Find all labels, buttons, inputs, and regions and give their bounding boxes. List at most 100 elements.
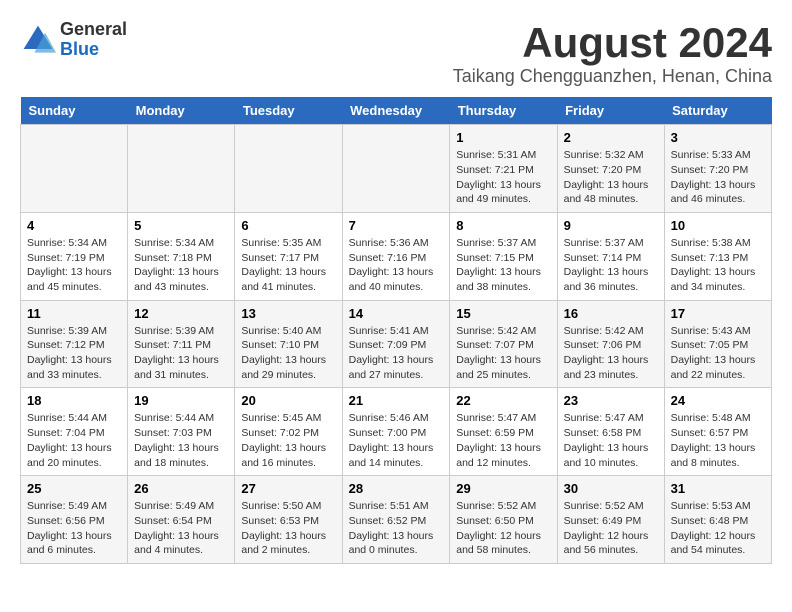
day-cell: 14 Sunrise: 5:41 AM Sunset: 7:09 PM Dayli… <box>342 300 450 388</box>
day-cell: 8 Sunrise: 5:37 AM Sunset: 7:15 PM Daylig… <box>450 212 557 300</box>
day-info: Sunrise: 5:49 AM Sunset: 6:54 PM Dayligh… <box>134 499 228 558</box>
day-info: Sunrise: 5:37 AM Sunset: 7:15 PM Dayligh… <box>456 236 550 295</box>
day-number: 8 <box>456 218 550 233</box>
day-info: Sunrise: 5:52 AM Sunset: 6:50 PM Dayligh… <box>456 499 550 558</box>
week-row-3: 11Sunrise: 5:39 AM Sunset: 7:12 PM Dayli… <box>21 300 772 388</box>
day-number: 21 <box>349 393 444 408</box>
day-cell: 30 Sunrise: 5:52 AM Sunset: 6:49 PM Dayli… <box>557 476 664 564</box>
day-cell: 11Sunrise: 5:39 AM Sunset: 7:12 PM Dayli… <box>21 300 128 388</box>
day-cell: 9 Sunrise: 5:37 AM Sunset: 7:14 PM Daylig… <box>557 212 664 300</box>
day-cell: 17 Sunrise: 5:43 AM Sunset: 7:05 PM Dayli… <box>664 300 771 388</box>
day-number: 16 <box>564 306 658 321</box>
day-number: 19 <box>134 393 228 408</box>
calendar-body: 1Sunrise: 5:31 AM Sunset: 7:21 PM Daylig… <box>21 125 772 564</box>
day-cell: 5 Sunrise: 5:34 AM Sunset: 7:18 PM Daylig… <box>128 212 235 300</box>
weekday-header-thursday: Thursday <box>450 97 557 125</box>
weekday-header-saturday: Saturday <box>664 97 771 125</box>
title-block: August 2024 Taikang Chengguanzhen, Henan… <box>453 20 772 87</box>
day-number: 18 <box>27 393 121 408</box>
day-info: Sunrise: 5:44 AM Sunset: 7:03 PM Dayligh… <box>134 411 228 470</box>
day-info: Sunrise: 5:53 AM Sunset: 6:48 PM Dayligh… <box>671 499 765 558</box>
day-info: Sunrise: 5:42 AM Sunset: 7:06 PM Dayligh… <box>564 324 658 383</box>
weekday-header-sunday: Sunday <box>21 97 128 125</box>
day-cell: 24 Sunrise: 5:48 AM Sunset: 6:57 PM Dayli… <box>664 388 771 476</box>
day-cell: 27 Sunrise: 5:50 AM Sunset: 6:53 PM Dayli… <box>235 476 342 564</box>
day-number: 24 <box>671 393 765 408</box>
day-info: Sunrise: 5:43 AM Sunset: 7:05 PM Dayligh… <box>671 324 765 383</box>
day-info: Sunrise: 5:52 AM Sunset: 6:49 PM Dayligh… <box>564 499 658 558</box>
calendar-table: SundayMondayTuesdayWednesdayThursdayFrid… <box>20 97 772 564</box>
day-number: 30 <box>564 481 658 496</box>
day-number: 15 <box>456 306 550 321</box>
day-info: Sunrise: 5:33 AM Sunset: 7:20 PM Dayligh… <box>671 148 765 207</box>
weekday-header-row: SundayMondayTuesdayWednesdayThursdayFrid… <box>21 97 772 125</box>
day-info: Sunrise: 5:35 AM Sunset: 7:17 PM Dayligh… <box>241 236 335 295</box>
day-info: Sunrise: 5:32 AM Sunset: 7:20 PM Dayligh… <box>564 148 658 207</box>
day-number: 7 <box>349 218 444 233</box>
day-number: 27 <box>241 481 335 496</box>
week-row-2: 4Sunrise: 5:34 AM Sunset: 7:19 PM Daylig… <box>21 212 772 300</box>
day-info: Sunrise: 5:37 AM Sunset: 7:14 PM Dayligh… <box>564 236 658 295</box>
day-number: 2 <box>564 130 658 145</box>
day-cell: 12 Sunrise: 5:39 AM Sunset: 7:11 PM Dayli… <box>128 300 235 388</box>
day-cell: 18Sunrise: 5:44 AM Sunset: 7:04 PM Dayli… <box>21 388 128 476</box>
day-info: Sunrise: 5:50 AM Sunset: 6:53 PM Dayligh… <box>241 499 335 558</box>
day-cell: 16 Sunrise: 5:42 AM Sunset: 7:06 PM Dayli… <box>557 300 664 388</box>
day-number: 17 <box>671 306 765 321</box>
weekday-header-friday: Friday <box>557 97 664 125</box>
day-number: 10 <box>671 218 765 233</box>
calendar-title: August 2024 <box>453 20 772 66</box>
day-number: 14 <box>349 306 444 321</box>
day-cell: 10 Sunrise: 5:38 AM Sunset: 7:13 PM Dayli… <box>664 212 771 300</box>
day-info: Sunrise: 5:42 AM Sunset: 7:07 PM Dayligh… <box>456 324 550 383</box>
day-number: 28 <box>349 481 444 496</box>
day-number: 26 <box>134 481 228 496</box>
day-info: Sunrise: 5:31 AM Sunset: 7:21 PM Dayligh… <box>456 148 550 207</box>
day-info: Sunrise: 5:47 AM Sunset: 6:58 PM Dayligh… <box>564 411 658 470</box>
day-info: Sunrise: 5:38 AM Sunset: 7:13 PM Dayligh… <box>671 236 765 295</box>
day-number: 12 <box>134 306 228 321</box>
day-info: Sunrise: 5:47 AM Sunset: 6:59 PM Dayligh… <box>456 411 550 470</box>
day-cell: 20 Sunrise: 5:45 AM Sunset: 7:02 PM Dayli… <box>235 388 342 476</box>
day-cell: 2 Sunrise: 5:32 AM Sunset: 7:20 PM Daylig… <box>557 125 664 213</box>
day-cell: 6 Sunrise: 5:35 AM Sunset: 7:17 PM Daylig… <box>235 212 342 300</box>
calendar-header: SundayMondayTuesdayWednesdayThursdayFrid… <box>21 97 772 125</box>
day-info: Sunrise: 5:34 AM Sunset: 7:18 PM Dayligh… <box>134 236 228 295</box>
day-number: 3 <box>671 130 765 145</box>
day-cell <box>128 125 235 213</box>
day-info: Sunrise: 5:40 AM Sunset: 7:10 PM Dayligh… <box>241 324 335 383</box>
day-cell: 22 Sunrise: 5:47 AM Sunset: 6:59 PM Dayli… <box>450 388 557 476</box>
day-cell: 7Sunrise: 5:36 AM Sunset: 7:16 PM Daylig… <box>342 212 450 300</box>
day-cell <box>342 125 450 213</box>
day-number: 6 <box>241 218 335 233</box>
day-info: Sunrise: 5:45 AM Sunset: 7:02 PM Dayligh… <box>241 411 335 470</box>
day-cell: 19 Sunrise: 5:44 AM Sunset: 7:03 PM Dayli… <box>128 388 235 476</box>
day-cell: 23 Sunrise: 5:47 AM Sunset: 6:58 PM Dayli… <box>557 388 664 476</box>
logo: General Blue <box>20 20 127 60</box>
week-row-5: 25Sunrise: 5:49 AM Sunset: 6:56 PM Dayli… <box>21 476 772 564</box>
day-number: 5 <box>134 218 228 233</box>
day-cell: 31 Sunrise: 5:53 AM Sunset: 6:48 PM Dayli… <box>664 476 771 564</box>
day-info: Sunrise: 5:39 AM Sunset: 7:11 PM Dayligh… <box>134 324 228 383</box>
day-cell <box>235 125 342 213</box>
logo-icon <box>20 22 56 58</box>
day-info: Sunrise: 5:41 AM Sunset: 7:09 PM Dayligh… <box>349 324 444 383</box>
day-cell: 28 Sunrise: 5:51 AM Sunset: 6:52 PM Dayli… <box>342 476 450 564</box>
day-number: 11 <box>27 306 121 321</box>
day-cell: 26 Sunrise: 5:49 AM Sunset: 6:54 PM Dayli… <box>128 476 235 564</box>
day-cell: 1Sunrise: 5:31 AM Sunset: 7:21 PM Daylig… <box>450 125 557 213</box>
day-number: 22 <box>456 393 550 408</box>
day-number: 23 <box>564 393 658 408</box>
day-number: 9 <box>564 218 658 233</box>
day-number: 20 <box>241 393 335 408</box>
day-info: Sunrise: 5:48 AM Sunset: 6:57 PM Dayligh… <box>671 411 765 470</box>
day-number: 31 <box>671 481 765 496</box>
location-subtitle: Taikang Chengguanzhen, Henan, China <box>453 66 772 87</box>
day-number: 4 <box>27 218 121 233</box>
day-info: Sunrise: 5:51 AM Sunset: 6:52 PM Dayligh… <box>349 499 444 558</box>
day-number: 13 <box>241 306 335 321</box>
day-cell: 3 Sunrise: 5:33 AM Sunset: 7:20 PM Daylig… <box>664 125 771 213</box>
day-cell: 13 Sunrise: 5:40 AM Sunset: 7:10 PM Dayli… <box>235 300 342 388</box>
day-cell: 4Sunrise: 5:34 AM Sunset: 7:19 PM Daylig… <box>21 212 128 300</box>
week-row-1: 1Sunrise: 5:31 AM Sunset: 7:21 PM Daylig… <box>21 125 772 213</box>
